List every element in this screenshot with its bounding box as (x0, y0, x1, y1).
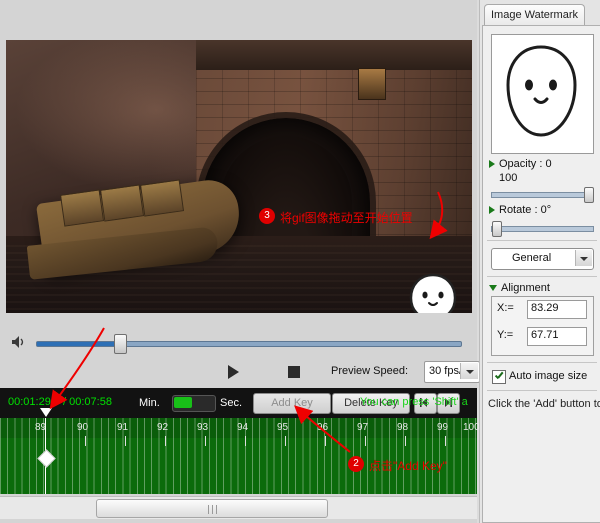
rotate-slider-handle[interactable] (492, 221, 502, 237)
alignment-y-input[interactable]: 67.71 (527, 327, 587, 346)
opacity-value: 100 (499, 172, 518, 184)
tab-strip: Image Watermark (480, 4, 600, 26)
expand-arrow-icon[interactable] (489, 206, 495, 215)
chevron-down-icon[interactable] (575, 250, 592, 266)
scene-lantern (358, 68, 386, 100)
total-time: / 00:07:58 (63, 396, 112, 408)
collapse-arrow-icon[interactable] (489, 285, 497, 292)
annotation-badge-3: 3 (259, 208, 275, 224)
alignment-y-value: 67.71 (531, 329, 559, 341)
transport-bar: Preview Speed: 30 fps/s (6, 358, 480, 386)
play-icon[interactable] (228, 365, 239, 379)
volume-slider[interactable] (36, 341, 462, 347)
annotation-text-3: 将gif图像拖动至开始位置 (280, 211, 413, 225)
preview-speed-select[interactable]: 30 fps/s (424, 361, 480, 383)
scene-cargo-1 (59, 189, 105, 227)
volume-slider-fill (37, 342, 122, 346)
gif-watermark-sticker[interactable] (404, 272, 462, 313)
alignment-y-label: Y:= (497, 329, 514, 341)
scene-cargo-2 (99, 184, 145, 222)
annotation-badge-2: 2 (348, 456, 364, 472)
ruler-tick-7: 96 (317, 422, 329, 433)
opacity-label: Opacity : 0 (499, 158, 552, 170)
chevron-down-icon[interactable] (460, 363, 478, 379)
alignment-x-value: 83.29 (531, 302, 559, 314)
opacity-slider[interactable] (491, 187, 594, 203)
preview-speed-label: Preview Speed: (331, 365, 409, 377)
ruler-tick-3: 92 (157, 422, 169, 433)
image-watermark-panel: Opacity : 0 100 Rotate : 0° General Alig… (482, 25, 600, 523)
current-time: 00:01:29 (8, 396, 51, 408)
opacity-slider-handle[interactable] (584, 187, 594, 203)
alignment-x-label: X:= (497, 302, 514, 314)
tab-image-watermark[interactable]: Image Watermark (484, 4, 586, 26)
rotate-group[interactable]: Rotate : 0° (489, 204, 551, 216)
scrollbar-thumb[interactable] (96, 499, 328, 518)
alignment-label: Alignment (501, 282, 550, 294)
right-pane: Image Watermark Opacity : 0 100 Rotate:… (479, 0, 600, 523)
speaker-icon[interactable] (10, 334, 28, 350)
ruler-tick-5: 94 (237, 422, 249, 433)
add-key-button[interactable]: Add Key (253, 393, 331, 414)
rotate-label: Rotate : 0° (499, 204, 552, 216)
general-select-value: General (512, 252, 552, 264)
auto-image-size-label: Auto image size (509, 370, 588, 382)
ruler-tick-9: 98 (397, 422, 409, 433)
application-window: 3 将gif图像拖动至开始位置 1 将进度标签拖动至gif水印 开始时间点 (0, 0, 600, 523)
left-pane: 3 将gif图像拖动至开始位置 1 将进度标签拖动至gif水印 开始时间点 (0, 0, 480, 523)
min-sec-toggle[interactable] (172, 395, 216, 412)
scene-cargo-3 (139, 179, 185, 217)
volume-slider-handle[interactable] (114, 334, 127, 354)
auto-image-size-checkbox[interactable] (492, 370, 506, 384)
ruler-tick-10: 99 (437, 422, 449, 433)
opacity-group[interactable]: Opacity : 0 (489, 158, 552, 170)
annotation-text-2: 点击"Add Key" (369, 459, 447, 473)
playhead-handle[interactable] (40, 408, 52, 417)
rotate-slider[interactable] (491, 221, 594, 237)
ruler-tick-1: 90 (77, 422, 89, 433)
alignment-group[interactable]: Alignment (489, 282, 550, 294)
ruler-tick-11: 100 (463, 422, 480, 433)
stop-icon[interactable] (288, 366, 300, 378)
ruler-tick-8: 97 (357, 422, 369, 433)
sec-label: Sec. (220, 397, 243, 409)
expand-arrow-icon[interactable] (489, 160, 495, 169)
video-preview[interactable]: 3 将gif图像拖动至开始位置 1 将进度标签拖动至gif水印 开始时间点 (6, 40, 472, 313)
alignment-x-input[interactable]: 83.29 (527, 300, 587, 319)
min-label: Min. (139, 397, 160, 409)
scene-top-wall (196, 40, 472, 70)
shift-hint-text: You can press 'Shift' a (360, 396, 468, 408)
general-select[interactable]: General (491, 248, 594, 270)
ruler-tick-2: 91 (117, 422, 129, 433)
horizontal-scrollbar[interactable] (0, 496, 477, 519)
timeline-ruler[interactable]: 89 90 91 92 93 94 95 96 97 98 99 100 (0, 418, 480, 494)
watermark-preview[interactable] (491, 34, 594, 154)
add-button-hint: Click the 'Add' button to (488, 398, 600, 410)
ruler-tick-6: 95 (277, 422, 289, 433)
ruler-tick-4: 93 (197, 422, 209, 433)
volume-row (6, 330, 472, 356)
